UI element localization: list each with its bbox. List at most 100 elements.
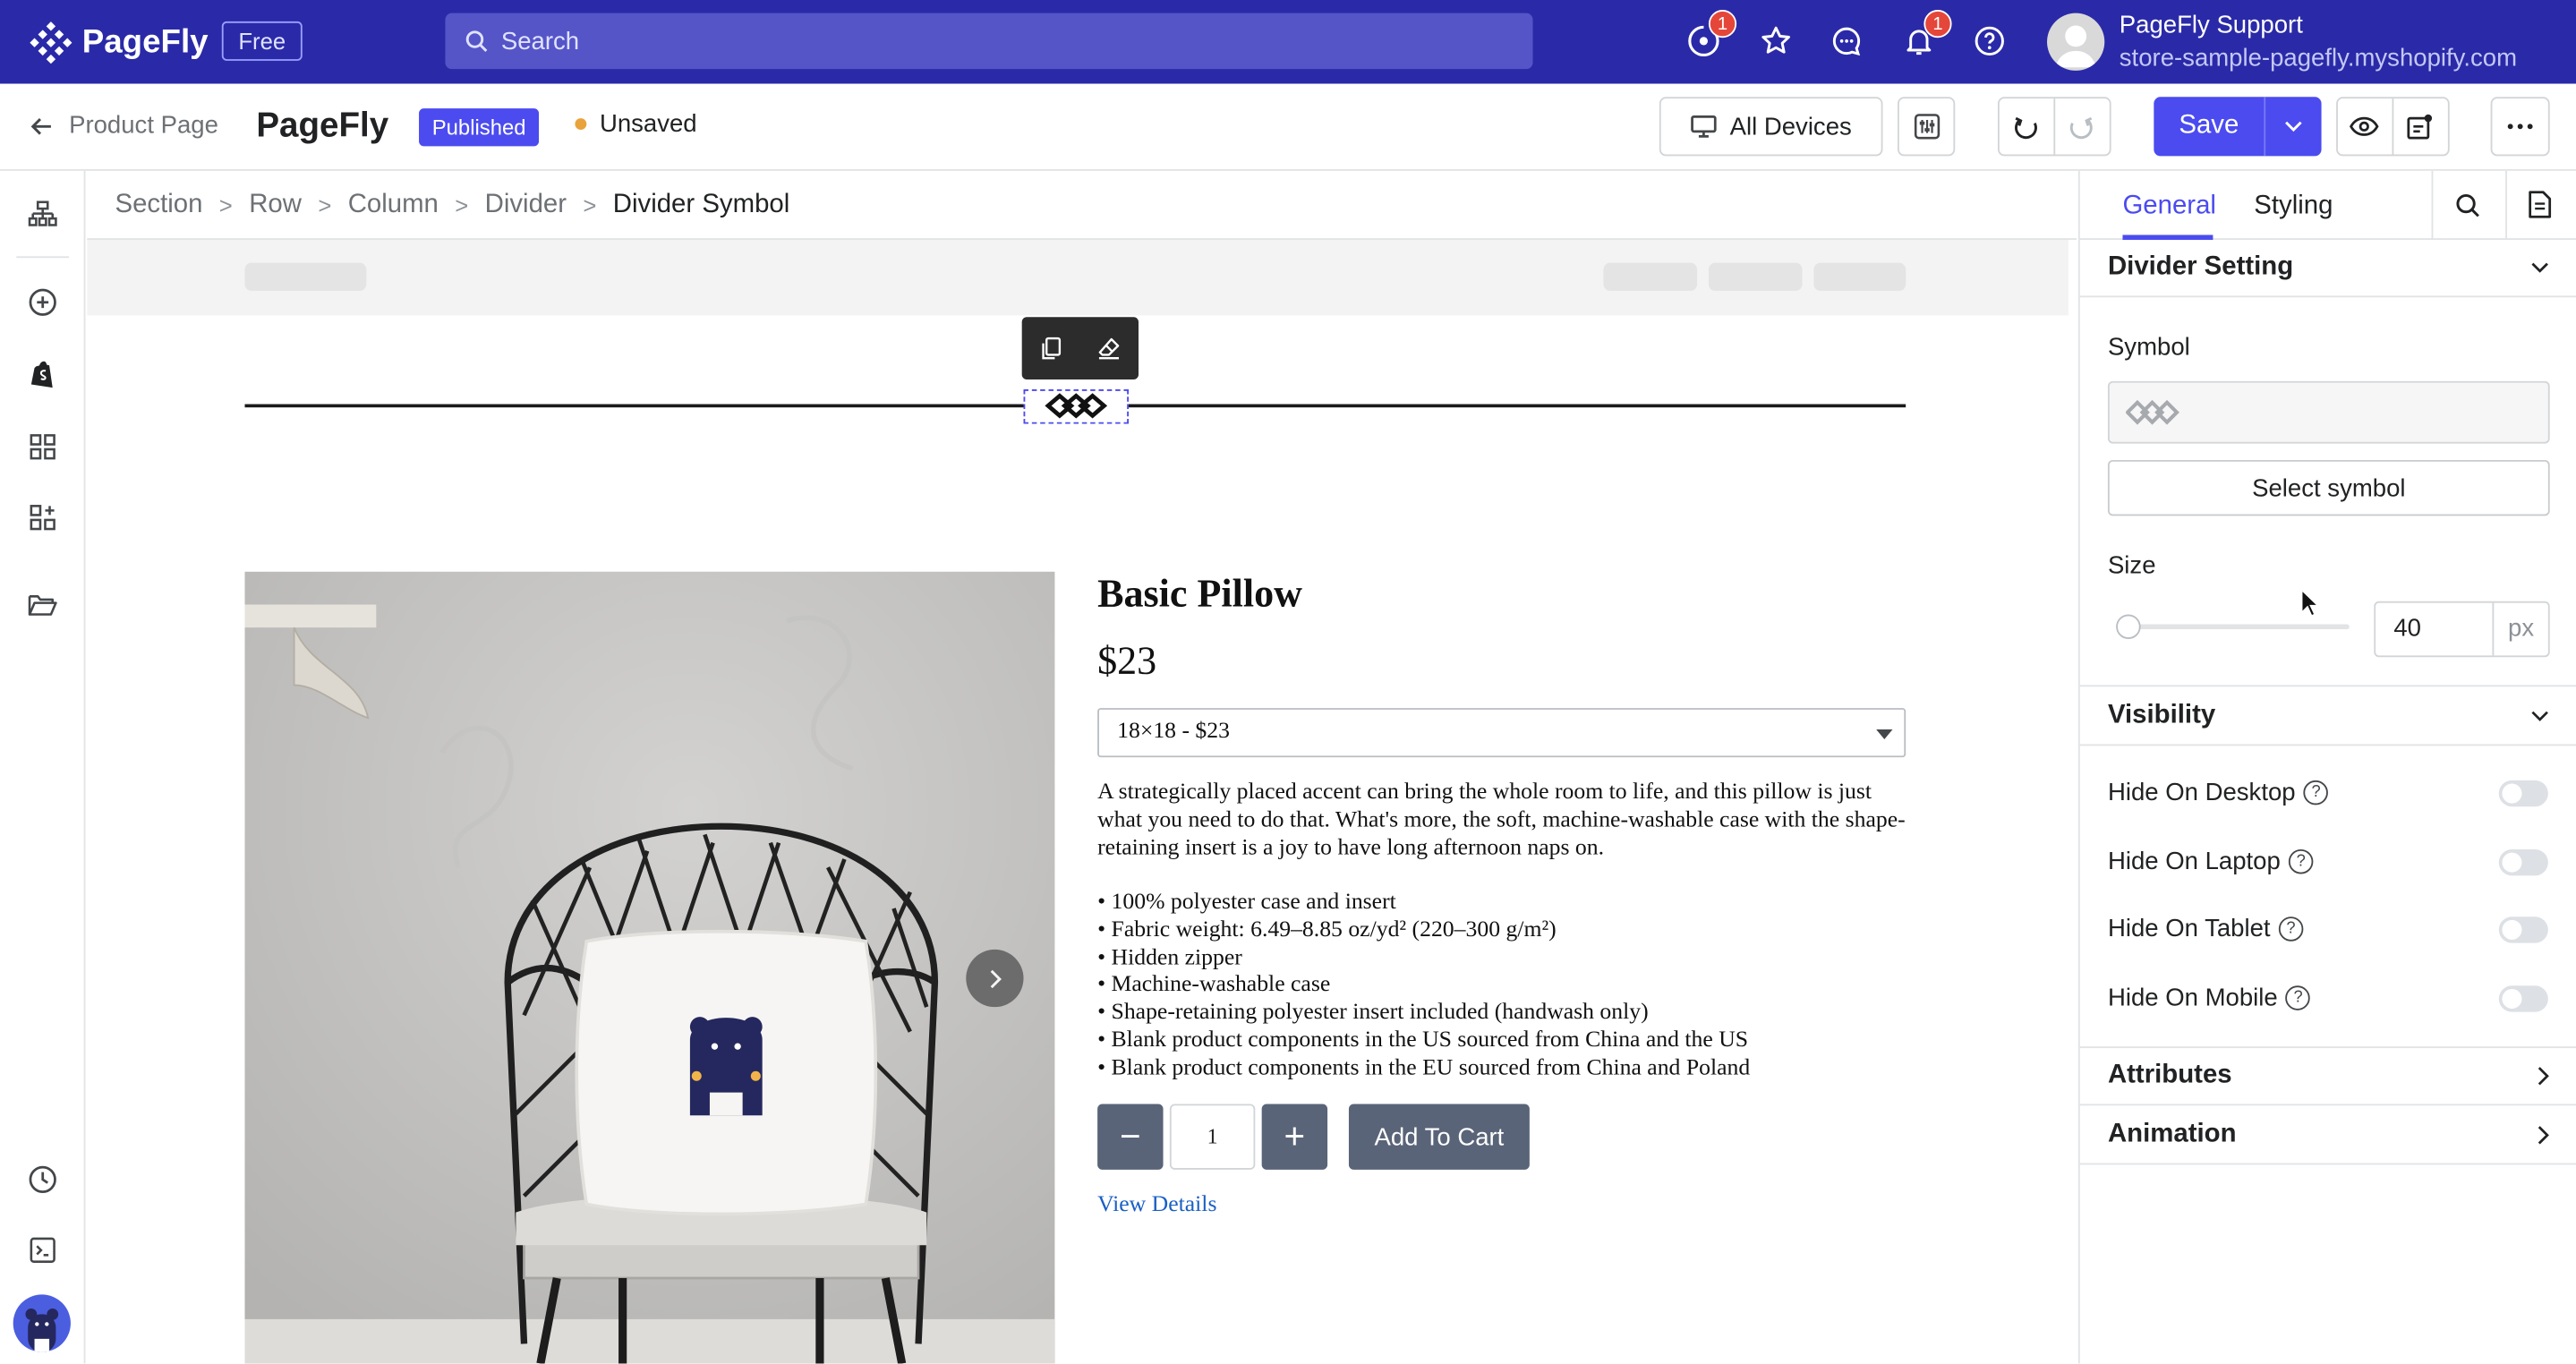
view-details-link[interactable]: View Details [1097, 1193, 1216, 1219]
pagefly-logo[interactable]: PageFly [30, 20, 209, 65]
tab-general[interactable]: General [2122, 192, 2215, 222]
size-label: Size [2107, 551, 2156, 580]
copy-icon [1041, 337, 1061, 360]
element-doc-button[interactable] [2529, 191, 2552, 218]
breadcrumb-divider[interactable]: Divider [485, 190, 567, 219]
preview-button[interactable] [2338, 98, 2393, 155]
search-icon [465, 30, 488, 52]
add-element-button[interactable] [23, 283, 63, 322]
tasks-button[interactable]: 1 [1684, 10, 1737, 61]
panel-search-button[interactable] [2454, 192, 2480, 218]
save-options-button[interactable] [2265, 97, 2321, 156]
unsaved-label: Unsaved [599, 109, 697, 139]
chevron-down-icon [2531, 261, 2548, 272]
page-settings-button[interactable] [1898, 97, 1956, 157]
templates-button[interactable] [23, 427, 63, 466]
notifications-button[interactable]: 1 [1899, 10, 1952, 61]
product-bullets: • 100% polyester case and insert • Fabri… [1097, 891, 1906, 1084]
chat-icon [1832, 27, 1861, 56]
clear-format-button[interactable] [1079, 317, 1137, 379]
back-label: Product Page [69, 111, 218, 141]
help-button[interactable] [1970, 21, 2009, 61]
tab-styling[interactable]: Styling [2254, 192, 2333, 222]
custom-code-button[interactable] [23, 1231, 63, 1270]
size-input[interactable]: 40 [2376, 603, 2492, 656]
size-input-group: 40 px [2374, 601, 2550, 658]
grid-icon [30, 434, 55, 460]
rail-divider [16, 256, 70, 259]
redo-button[interactable] [2054, 98, 2109, 154]
history-button[interactable] [23, 1160, 63, 1199]
divider-symbol[interactable] [1023, 389, 1129, 424]
layers-icon [28, 200, 57, 226]
user-info[interactable]: PageFly Support store-sample-pagefly.mys… [2120, 10, 2517, 75]
integrations-button[interactable] [23, 498, 63, 537]
breadcrumb-row[interactable]: Row [249, 190, 302, 219]
favorites-button[interactable] [1756, 21, 1796, 61]
hide-on-mobile-toggle[interactable] [2498, 985, 2548, 1012]
quantity-input[interactable]: 1 [1169, 1104, 1256, 1170]
hide-on-tablet-text: Hide On Tablet [2107, 915, 2271, 943]
divider-setting-header[interactable]: Divider Setting [2079, 238, 2576, 298]
more-button[interactable] [2490, 97, 2550, 157]
app-name: PageFly [81, 23, 209, 60]
pagefly-editor: PageFly Free Search 1 1 PageFly Support [0, 0, 2576, 1364]
add-to-cart-button[interactable]: Add To Cart [1348, 1104, 1530, 1170]
image-next-button[interactable] [966, 949, 1024, 1008]
bear-mascot-icon [25, 1308, 59, 1352]
help-icon[interactable]: ? [2285, 985, 2311, 1010]
breadcrumb-current: Divider Symbol [612, 190, 790, 218]
unsaved-indicator: Unsaved [575, 109, 697, 139]
support-avatar[interactable] [13, 1294, 71, 1352]
animation-header[interactable]: Animation [2079, 1105, 2576, 1165]
breadcrumb-separator: > [583, 191, 597, 218]
duplicate-button[interactable] [1022, 317, 1079, 379]
device-label: All Devices [1729, 112, 1852, 141]
sliders-icon [1913, 114, 1940, 140]
chevron-down-icon [2531, 710, 2548, 720]
hide-on-desktop-toggle[interactable] [2498, 780, 2548, 807]
avatar[interactable] [2047, 13, 2105, 71]
publish-button[interactable] [2393, 98, 2447, 154]
size-slider-handle[interactable] [2116, 614, 2141, 640]
select-symbol-button[interactable]: Select symbol [2107, 459, 2550, 516]
chevron-down-icon [2285, 121, 2302, 132]
attributes-header[interactable]: Attributes [2079, 1046, 2576, 1106]
header-brand: PageFly [256, 107, 389, 145]
size-slider-track[interactable] [2126, 624, 2350, 629]
undo-button[interactable] [2000, 98, 2055, 155]
cursor-icon [2300, 588, 2320, 618]
back-button[interactable]: Product Page [28, 112, 218, 140]
product-price: $23 [1097, 640, 1157, 684]
eye-icon [2350, 116, 2380, 136]
shopify-elements-button[interactable] [23, 354, 63, 394]
settings-panel: General Styling Divider Setting Symbol S… [2077, 170, 2576, 1364]
add-icon [29, 288, 56, 316]
chat-button[interactable] [1827, 21, 1866, 61]
quantity-increase-button[interactable]: + [1261, 1104, 1328, 1170]
variant-select[interactable]: 18×18 - $23 [1097, 708, 1906, 758]
breadcrumb-column[interactable]: Column [348, 190, 439, 219]
hide-on-laptop-toggle[interactable] [2498, 848, 2548, 876]
skeleton-block [244, 262, 367, 291]
help-icon[interactable]: ? [2288, 848, 2314, 874]
status-badge: Published [419, 108, 540, 147]
help-icon[interactable]: ? [2303, 780, 2329, 806]
device-selector[interactable]: All Devices [1659, 97, 1883, 157]
breadcrumb-separator: > [455, 191, 469, 218]
breadcrumb-section[interactable]: Section [115, 190, 202, 219]
search-input[interactable]: Search [445, 13, 1533, 70]
layers-button[interactable] [23, 195, 63, 234]
save-button[interactable]: Save [2154, 97, 2266, 157]
editor-canvas[interactable]: Basic Pillow $23 18×18 - $23 A strategic… [87, 239, 2077, 1364]
help-icon[interactable]: ? [2278, 916, 2304, 942]
plan-badge[interactable]: Free [221, 21, 303, 61]
terminal-icon [30, 1237, 55, 1263]
page-manager-button[interactable] [23, 584, 63, 624]
hide-on-tablet-toggle[interactable] [2498, 916, 2548, 943]
quantity-decrease-button[interactable]: − [1097, 1104, 1164, 1170]
product-image[interactable] [244, 571, 1055, 1364]
visibility-header[interactable]: Visibility [2079, 685, 2576, 746]
animation-title: Animation [2107, 1119, 2237, 1148]
bullet-item: • Machine-washable case [1097, 973, 1331, 998]
